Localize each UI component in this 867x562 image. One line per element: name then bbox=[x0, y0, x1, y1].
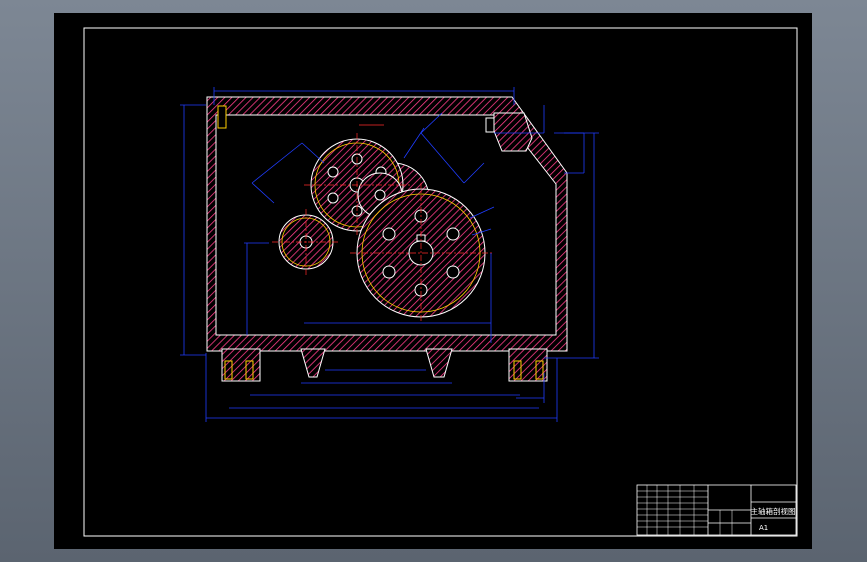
drawing-canvas: 主轴箱剖视图 A1 bbox=[83, 27, 798, 537]
drawing-sheet: 主轴箱剖视图 A1 bbox=[54, 13, 812, 549]
drawing-title: 主轴箱剖视图 bbox=[751, 506, 796, 516]
right-foot bbox=[508, 348, 548, 382]
bearing-boss bbox=[493, 112, 533, 152]
cad-viewport[interactable]: 主轴箱剖视图 A1 bbox=[0, 0, 867, 562]
left-foot bbox=[221, 348, 261, 382]
oil-plug bbox=[217, 105, 227, 129]
sheet-size-label: A1 bbox=[759, 524, 768, 532]
